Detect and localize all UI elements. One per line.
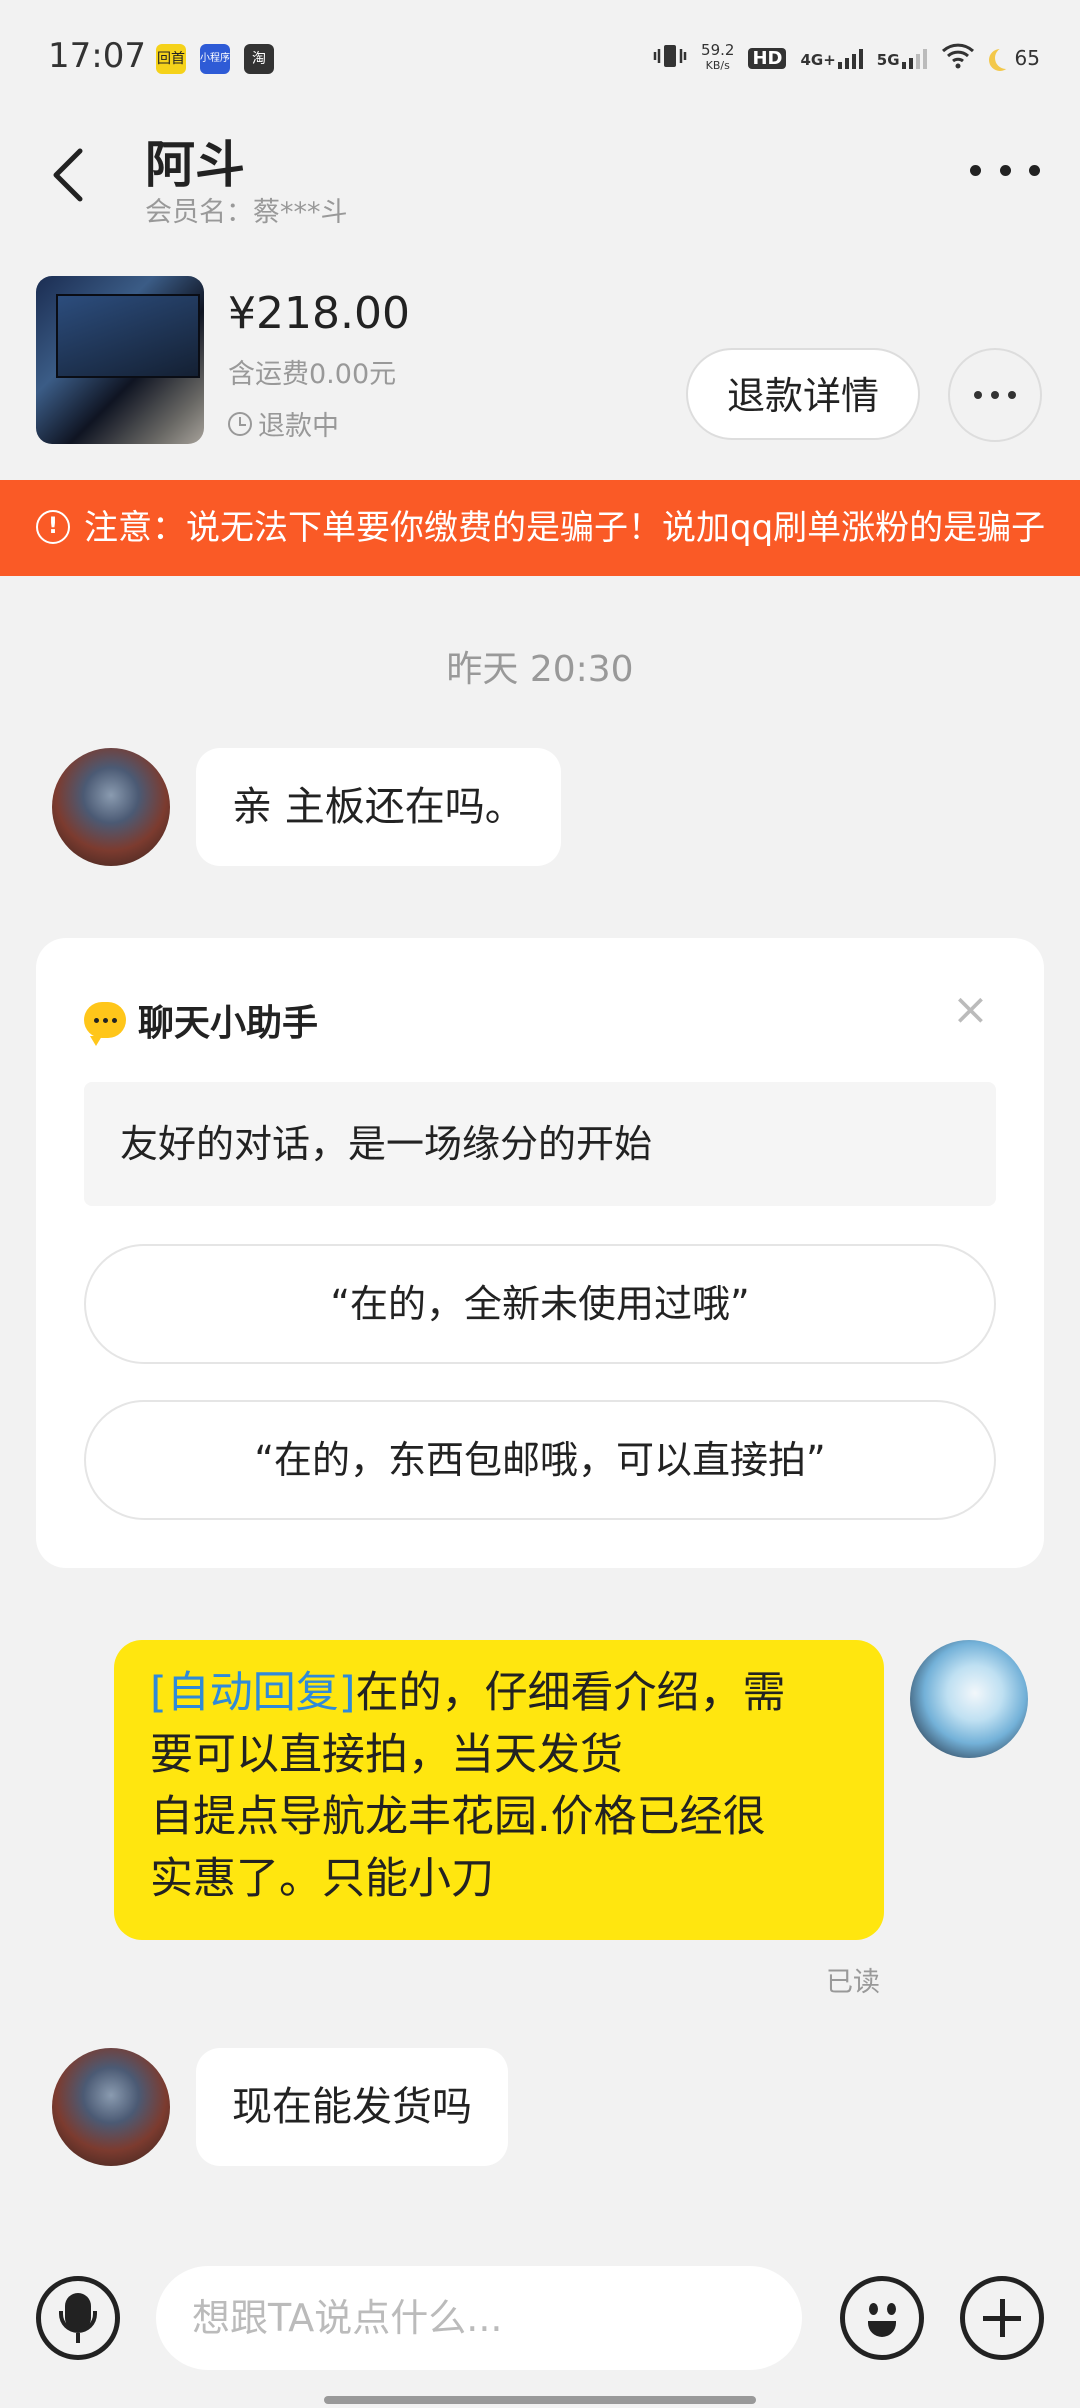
product-more-button[interactable] (948, 348, 1042, 442)
network-speed: 59.2 KB/s (701, 41, 735, 72)
signal-icon (837, 47, 863, 69)
refund-details-button[interactable]: 退款详情 (686, 348, 920, 440)
battery-indicator: 65 (989, 46, 1040, 70)
read-receipt: 已读 (826, 1967, 880, 1998)
moon-icon (995, 47, 1017, 69)
auto-reply-tag: [自动回复] (150, 1668, 356, 1718)
shipping-fee: 含运费0.00元 (228, 359, 397, 390)
assistant-tip: 友好的对话，是一场缘分的开始 (84, 1082, 996, 1206)
auto-reply-bubble: [自动回复]在的，仔细看介绍，需 要可以直接拍，当天发货 自提点导航龙丰花园.价… (114, 1640, 884, 1940)
message-input[interactable]: 想跟TA说点什么... (156, 2266, 802, 2370)
warning-text: 注意：说无法下单要你缴费的是骗子！说加qq刷单涨粉的是骗子 (84, 508, 1046, 548)
status-icons: 59.2 KB/s HD 4G+ 5G 65 (653, 38, 1040, 78)
signal-4g: 4G+ (800, 47, 863, 69)
vibrate-icon (653, 43, 687, 74)
smiley-icon (869, 2303, 878, 2315)
chevron-left-icon (53, 148, 83, 202)
home-indicator (324, 2396, 756, 2404)
fraud-warning-banner: ! 注意：说无法下单要你缴费的是骗子！说加qq刷单涨粉的是骗子 (0, 480, 1080, 576)
member-name: 会员名：蔡***斗 (145, 197, 348, 228)
my-avatar[interactable] (910, 1640, 1028, 1758)
suggested-reply[interactable]: “在的，东西包邮哦，可以直接拍” (84, 1400, 996, 1520)
voice-button[interactable] (36, 2276, 120, 2360)
suggested-reply[interactable]: “在的，全新未使用过哦” (84, 1244, 996, 1364)
app-notification-icon: 回首 (156, 44, 186, 74)
status-bar: 17:07 回首 小程序 淘 59.2 KB/s HD 4G+ 5G 65 (0, 0, 1080, 110)
chat-title: 阿斗 (145, 136, 245, 194)
product-thumbnail[interactable] (36, 276, 204, 444)
signal-icon (901, 47, 927, 69)
close-icon[interactable]: × (952, 988, 989, 1032)
chat-assistant-card: 聊天小助手 × 友好的对话，是一场缘分的开始 “在的，全新未使用过哦” “在的，… (36, 938, 1044, 1568)
back-button[interactable] (48, 145, 88, 205)
emoji-button[interactable] (840, 2276, 924, 2360)
hd-icon: HD (748, 47, 787, 69)
timestamp: 昨天 20:30 (446, 649, 634, 690)
clock-icon (228, 411, 252, 436)
assistant-title: 聊天小助手 (84, 994, 318, 1046)
status-time: 17:07 (48, 36, 146, 76)
message-bubble: 亲 主板还在吗。 (196, 748, 561, 866)
more-options-button[interactable] (970, 155, 1040, 185)
taobao-notification-icon: 淘 (244, 44, 274, 74)
product-price: ¥218.00 (228, 288, 410, 339)
plus-button[interactable] (960, 2276, 1044, 2360)
wifi-icon (941, 43, 975, 74)
seller-avatar[interactable] (52, 748, 170, 866)
message-bubble: 现在能发货吗 (196, 2048, 508, 2166)
signal-5g: 5G (877, 47, 927, 69)
seller-avatar[interactable] (52, 2048, 170, 2166)
alert-icon: ! (36, 509, 70, 544)
chat-bubble-icon (84, 1002, 126, 1046)
app-notification-icon: 小程序 (200, 44, 230, 74)
order-status: 退款中 (228, 404, 339, 443)
